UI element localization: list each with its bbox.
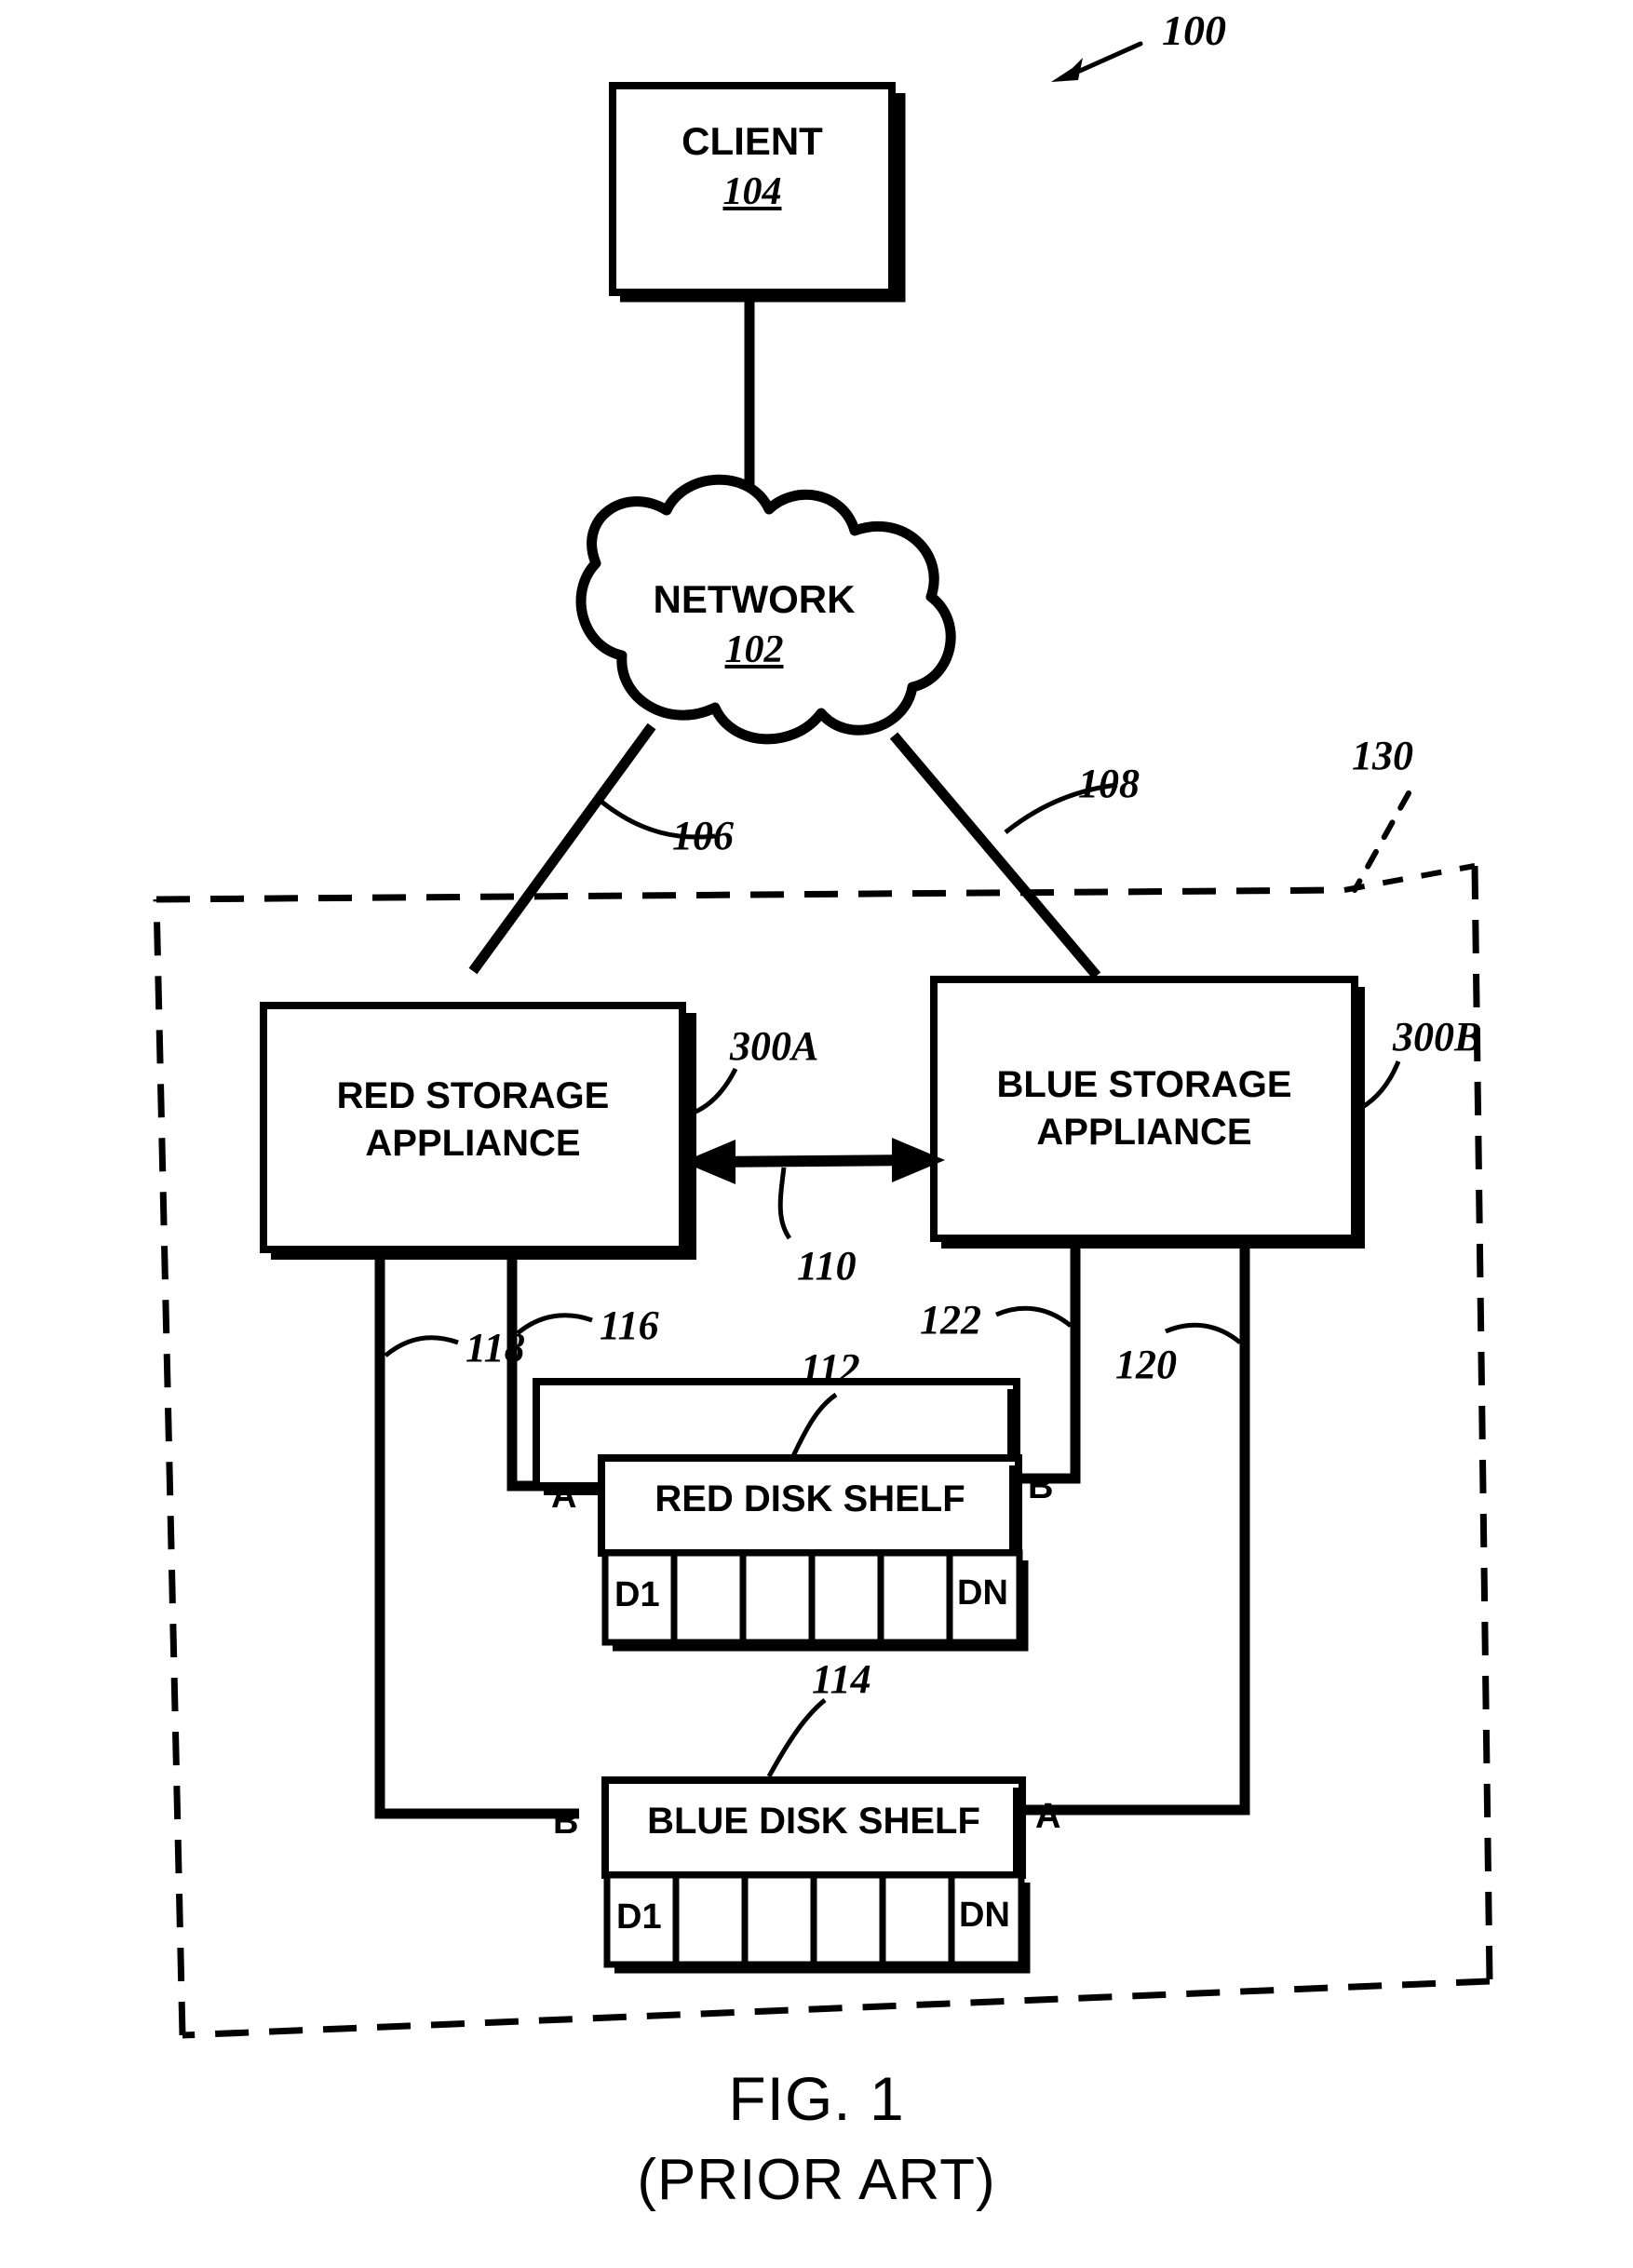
red-appliance-title: RED STORAGE APPLIANCE: [263, 1073, 682, 1168]
ref-leader-118: [384, 1335, 459, 1357]
link-108: [889, 732, 1101, 979]
network-ref: 102: [724, 628, 784, 671]
blue-shelf-port-a-label: A: [1035, 1797, 1061, 1836]
figure-ref-100: 100: [1162, 7, 1226, 54]
ref-leader-120: [1165, 1322, 1242, 1344]
link-106: [468, 722, 656, 975]
blue-appliance-title: BLUE STORAGE APPLIANCE: [934, 1061, 1355, 1156]
ref-120: 120: [1115, 1342, 1177, 1387]
ref-108: 108: [1078, 761, 1140, 806]
ref-leader-122: [995, 1305, 1073, 1328]
blue-shelf-disk-first: D1: [616, 1897, 662, 1937]
network-title: NETWORK 102: [614, 577, 894, 672]
red-appliance-title-line2: APPLIANCE: [365, 1123, 581, 1165]
ref-112: 112: [801, 1345, 860, 1391]
red-shelf-port-a-label: A: [551, 1477, 577, 1516]
ref-130: 130: [1352, 733, 1413, 778]
blue-appliance-title-line1: BLUE STORAGE: [996, 1064, 1292, 1105]
ref-300B: 300B: [1393, 1014, 1482, 1060]
ref-leader-116: [516, 1313, 593, 1335]
patent-figure-page: 100 CLIENT 104 NETWORK 102 106 108 130 R…: [0, 0, 1633, 2268]
ref-114: 114: [812, 1656, 871, 1702]
red-shelf-disk-last: DN: [957, 1573, 1008, 1613]
ref-118: 118: [466, 1325, 525, 1370]
ref-leader-130: [1352, 790, 1411, 893]
client-title-text: CLIENT: [682, 119, 823, 163]
blue-appliance-title-line2: APPLIANCE: [1036, 1112, 1252, 1154]
red-appliance-title-line1: RED STORAGE: [336, 1075, 610, 1116]
red-shelf-disk-first: D1: [614, 1575, 660, 1614]
cluster-interconnect-arrow: [682, 1138, 945, 1184]
link-122: [1017, 1238, 1081, 1484]
ref-leader-110: [777, 1167, 792, 1240]
figure-ref-arrow: [1051, 41, 1143, 82]
client-title: CLIENT 104: [613, 119, 892, 214]
ref-leader-114: [766, 1698, 827, 1778]
network-title-text: NETWORK: [653, 577, 856, 621]
ref-leader-300A: [692, 1067, 738, 1115]
blue-shelf-disk-last: DN: [959, 1896, 1010, 1935]
ref-110: 110: [797, 1243, 857, 1289]
ref-116: 116: [600, 1303, 659, 1348]
blue-shelf-port-b-label: B: [553, 1802, 579, 1842]
figure-caption-main: FIG. 1: [728, 2064, 905, 2133]
blue-shelf-title: BLUE DISK SHELF: [647, 1801, 980, 1842]
red-shelf-title: RED DISK SHELF: [655, 1478, 965, 1519]
figure-caption-sub: (PRIOR ART): [637, 2148, 996, 2212]
ref-300A: 300A: [730, 1023, 819, 1069]
ref-106: 106: [672, 813, 734, 858]
link-120: [1015, 1238, 1250, 1816]
figure-drawing-layer: [153, 41, 1493, 2039]
ref-122: 122: [920, 1297, 981, 1343]
red-shelf-port-b-label: B: [1028, 1467, 1054, 1506]
ref-leader-300B: [1359, 1060, 1401, 1111]
client-ref: 104: [722, 170, 782, 213]
